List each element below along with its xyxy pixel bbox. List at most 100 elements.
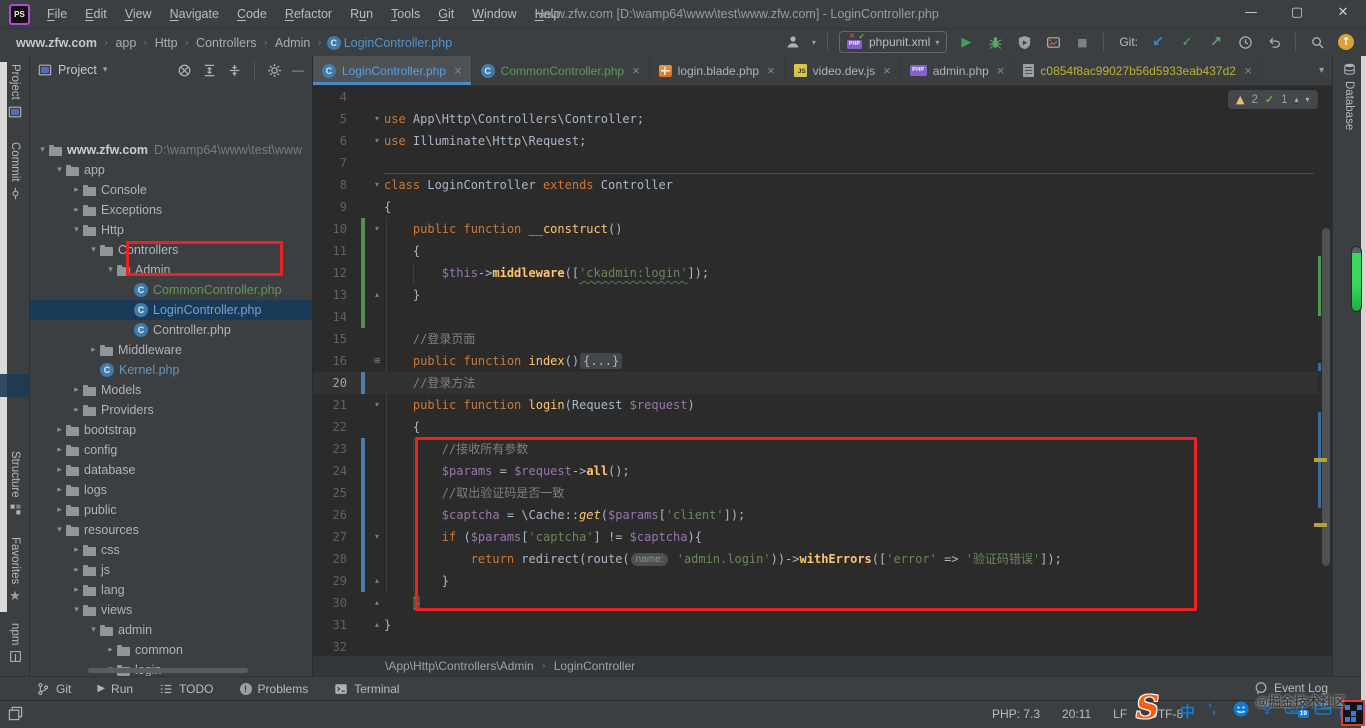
menu-file[interactable]: File [38, 7, 76, 21]
tree-item-database[interactable]: ▸database [30, 460, 313, 480]
line-number[interactable]: 9 [313, 196, 347, 218]
line-number[interactable]: 20 [313, 372, 347, 394]
tree-item-controller-php[interactable]: CController.php [30, 320, 313, 340]
tree-item-css[interactable]: ▸css [30, 540, 313, 560]
tab-login-blade-php[interactable]: login.blade.php× [650, 56, 785, 85]
close-icon[interactable]: × [767, 63, 775, 78]
expand-all-icon[interactable] [202, 63, 217, 78]
tree-chevron-icon[interactable]: ▸ [53, 425, 66, 435]
inspections-widget[interactable]: ▲ 2 ✓ 1 ▴ ▾ [1228, 90, 1318, 109]
next-problem-icon[interactable]: ▾ [1306, 95, 1310, 104]
menu-navigate[interactable]: Navigate [161, 7, 228, 21]
toolwindow-button-todo[interactable]: TODO [159, 682, 213, 696]
tree-item-config[interactable]: ▸config [30, 440, 313, 460]
status-item[interactable]: PHP: 7.3 [992, 707, 1040, 721]
tree-chevron-icon[interactable]: ▸ [53, 485, 66, 495]
tree-chevron-icon[interactable]: ▾ [87, 245, 100, 255]
tree-item-providers[interactable]: ▸Providers [30, 400, 313, 420]
tree-item-middleware[interactable]: ▸Middleware [30, 340, 313, 360]
line-number[interactable]: 6 [313, 130, 347, 152]
tree-item-admin[interactable]: ▾admin [30, 620, 313, 640]
line-number[interactable]: 14 [313, 306, 347, 328]
breadcrumb-active-file[interactable]: LoginController.php [344, 36, 452, 50]
collapse-all-icon[interactable] [227, 63, 242, 78]
line-number[interactable]: 15 [313, 328, 347, 350]
line-number[interactable]: 32 [313, 636, 347, 655]
user-icon[interactable] [783, 31, 803, 53]
toolwindow-button-problems[interactable]: !Problems [240, 682, 309, 696]
close-icon[interactable]: × [1244, 63, 1252, 78]
tree-item-console[interactable]: ▸Console [30, 180, 313, 200]
line-number[interactable]: 16 [313, 350, 347, 372]
status-item[interactable]: LF [1113, 707, 1127, 721]
toolwindow-button-terminal[interactable]: Terminal [334, 682, 399, 696]
breadcrumb-item[interactable]: app [113, 36, 138, 50]
tree-item-views[interactable]: ▾views [30, 600, 313, 620]
line-number[interactable]: 8 [313, 174, 347, 196]
line-number[interactable]: 27 [313, 526, 347, 548]
run-configuration-select[interactable]: ✕✓PHP phpunit.xml ▾ [839, 31, 947, 53]
line-number[interactable]: 26 [313, 504, 347, 526]
prev-problem-icon[interactable]: ▴ [1295, 95, 1299, 104]
locate-file-icon[interactable] [177, 63, 192, 78]
fold-open-icon[interactable]: ▾ [370, 218, 384, 240]
tree-item-models[interactable]: ▸Models [30, 380, 313, 400]
menu-edit[interactable]: Edit [76, 7, 116, 21]
line-number[interactable]: 4 [313, 86, 347, 108]
close-icon[interactable]: × [997, 63, 1005, 78]
tree-chevron-icon[interactable]: ▸ [70, 205, 83, 215]
tree-item-public[interactable]: ▸public [30, 500, 313, 520]
stop-button[interactable]: ■ [1072, 31, 1092, 53]
toolwindow-button-run[interactable]: ▶Run [97, 682, 133, 696]
tree-item-exceptions[interactable]: ▸Exceptions [30, 200, 313, 220]
sidebar-item-npm[interactable]: npm [0, 623, 30, 663]
fold-folded-icon[interactable]: ⊞ [370, 350, 384, 372]
menu-git[interactable]: Git [429, 7, 463, 21]
close-icon[interactable]: × [883, 63, 891, 78]
tree-item-kernel-php[interactable]: CKernel.php [30, 360, 313, 380]
line-number[interactable]: 28 [313, 548, 347, 570]
menu-refactor[interactable]: Refactor [276, 7, 341, 21]
close-icon[interactable]: × [632, 63, 640, 78]
tree-item-www-zfw-com[interactable]: ▾www.zfw.comD:\wamp64\www\test\www [30, 140, 313, 160]
line-number[interactable]: 23 [313, 438, 347, 460]
tree-chevron-icon[interactable]: ▸ [70, 565, 83, 575]
line-number[interactable]: 11 [313, 240, 347, 262]
tree-item-resources[interactable]: ▾resources [30, 520, 313, 540]
tree-item-logs[interactable]: ▸logs [30, 480, 313, 500]
coverage-button[interactable] [1014, 31, 1034, 53]
fold-open-icon[interactable]: ▾ [370, 526, 384, 548]
tree-item-app[interactable]: ▾app [30, 160, 313, 180]
tree-chevron-icon[interactable]: ▾ [53, 165, 66, 175]
rollback-button[interactable] [1264, 31, 1284, 53]
breadcrumb-item[interactable]: Controllers [194, 36, 258, 50]
close-icon[interactable]: × [454, 63, 462, 78]
layout-icon[interactable] [8, 706, 23, 721]
gear-icon[interactable] [267, 63, 282, 78]
toolwindow-button-git[interactable]: Git [36, 682, 71, 696]
tab-admin-php[interactable]: PHPadmin.php× [901, 56, 1015, 85]
ime-punctuation-icon[interactable]: ’, [1208, 700, 1216, 716]
line-number[interactable]: 5 [313, 108, 347, 130]
tree-chevron-icon[interactable]: ▾ [104, 265, 117, 275]
tab-logincontroller-php[interactable]: CLoginController.php× [313, 56, 472, 85]
tree-item-common[interactable]: ▸common [30, 640, 313, 660]
fold-open-icon[interactable]: ▾ [370, 394, 384, 416]
line-number[interactable]: 25 [313, 482, 347, 504]
breadcrumb-item[interactable]: Http [153, 36, 180, 50]
git-commit-button[interactable]: ✓ [1177, 31, 1197, 53]
breadcrumb-item[interactable]: Admin [273, 36, 312, 50]
sogou-logo-icon[interactable]: S [1136, 688, 1159, 726]
tree-chevron-icon[interactable]: ▸ [87, 345, 100, 355]
tree-item-bootstrap[interactable]: ▸bootstrap [30, 420, 313, 440]
fold-open-icon[interactable]: ▾ [370, 130, 384, 152]
tree-chevron-icon[interactable]: ▸ [70, 185, 83, 195]
tree-item-commoncontroller-php[interactable]: CCommonController.php [30, 280, 313, 300]
chevron-down-icon[interactable]: ▾ [103, 65, 108, 75]
line-number[interactable]: 31 [313, 614, 347, 636]
tab-video-dev-js[interactable]: JSvideo.dev.js× [785, 56, 901, 85]
line-number[interactable]: 10 [313, 218, 347, 240]
fold-close-icon[interactable]: ▴ [370, 570, 384, 592]
profiler-button[interactable] [1043, 31, 1063, 53]
tab-c0854f8ac99027b56d5933eab437d26e22[interactable]: c0854f8ac99027b56d5933eab437d26e22× [1014, 56, 1262, 85]
